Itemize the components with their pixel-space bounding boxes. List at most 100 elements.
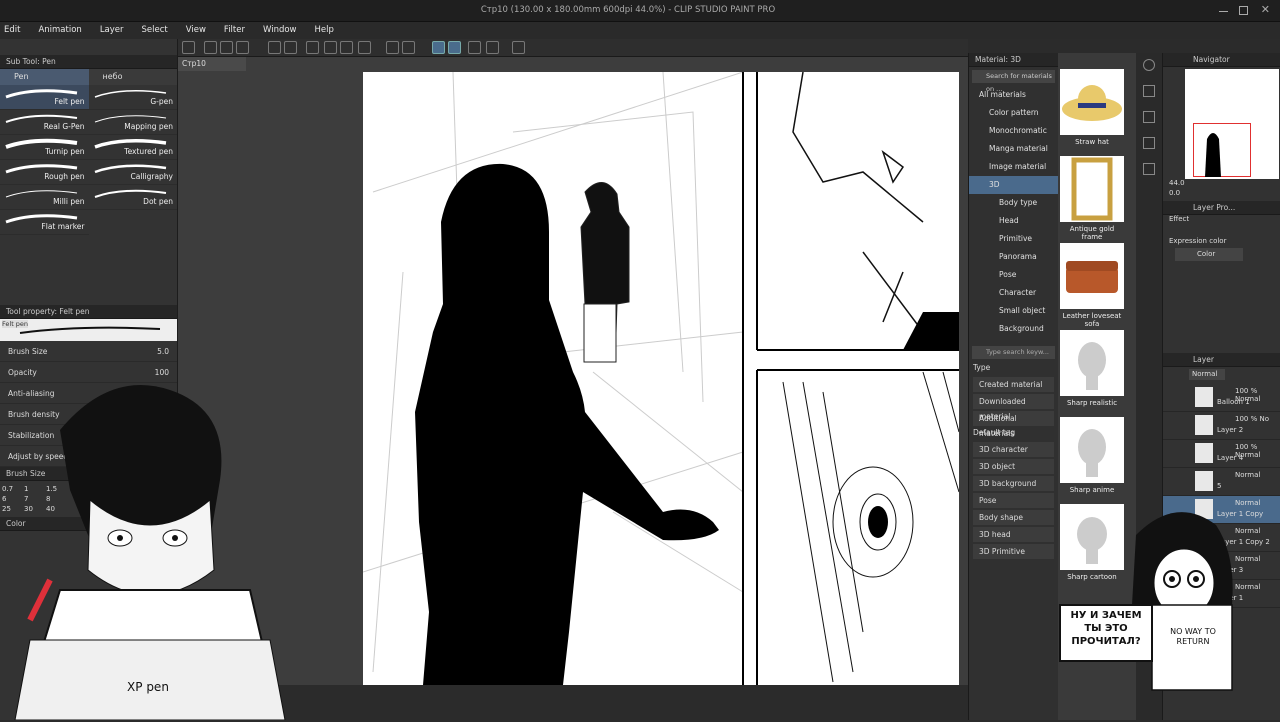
menu-select[interactable]: Select bbox=[133, 22, 177, 39]
search-icon[interactable] bbox=[1143, 59, 1155, 71]
layer-row[interactable]: Normal 5 bbox=[1163, 468, 1280, 496]
brush-list: Felt pen G-pen Real G-Pen Mapping pen Tu… bbox=[0, 85, 177, 235]
brush-felt-pen[interactable]: Felt pen bbox=[0, 85, 89, 110]
minimize-button[interactable] bbox=[1219, 11, 1228, 12]
material-straw-hat[interactable]: Straw hat bbox=[1060, 69, 1124, 156]
tab-pen[interactable]: Pen bbox=[0, 69, 89, 85]
close-icon[interactable] bbox=[1143, 137, 1155, 149]
menu-layer[interactable]: Layer bbox=[91, 22, 133, 39]
brush-mapping-pen[interactable]: Mapping pen bbox=[88, 110, 177, 135]
tree-image-material[interactable]: Image material bbox=[969, 158, 1058, 176]
tree-head[interactable]: Head bbox=[969, 212, 1058, 230]
tool-property-header: Tool property: Felt pen bbox=[0, 305, 177, 319]
menu-bar: Edit Animation Layer Select View Filter … bbox=[0, 22, 1280, 39]
brush-g-pen[interactable]: G-pen bbox=[88, 85, 177, 110]
brush-milli-pen[interactable]: Milli pen bbox=[0, 185, 89, 210]
tree-primitive[interactable]: Primitive bbox=[969, 230, 1058, 248]
history-icon[interactable] bbox=[1143, 163, 1155, 175]
ruler-icon[interactable] bbox=[486, 41, 499, 54]
navigator-header: Navigator bbox=[1163, 53, 1280, 67]
menu-animation[interactable]: Animation bbox=[29, 22, 90, 39]
tag-3d-primitive[interactable]: 3D Primitive bbox=[973, 544, 1054, 559]
tree-body-type[interactable]: Body type bbox=[969, 194, 1058, 212]
material-search-input[interactable]: Search for materials on ... bbox=[972, 70, 1055, 93]
tag-3d-character[interactable]: 3D character bbox=[973, 442, 1054, 457]
menu-help[interactable]: Help bbox=[306, 22, 343, 39]
menu-view[interactable]: View bbox=[177, 22, 215, 39]
material-sofa[interactable]: Leather loveseat sofa bbox=[1060, 243, 1124, 330]
material-sharp-anime[interactable]: Sharp anime bbox=[1060, 417, 1124, 504]
blend-mode-select[interactable]: Normal bbox=[1189, 369, 1225, 380]
material-gold-frame[interactable]: Antique gold frame bbox=[1060, 156, 1124, 243]
snap-special-icon[interactable] bbox=[448, 41, 461, 54]
material-sharp-realistic[interactable]: Sharp realistic bbox=[1060, 330, 1124, 417]
tree-monochromatic[interactable]: Monochromatic bbox=[969, 122, 1058, 140]
snap-grid-icon[interactable] bbox=[468, 41, 481, 54]
brush-textured-pen[interactable]: Textured pen bbox=[88, 135, 177, 160]
brush-rough-pen[interactable]: Rough pen bbox=[0, 160, 89, 185]
tab-nebo[interactable]: небо bbox=[88, 69, 177, 85]
brush-size-value[interactable]: 5.0 bbox=[157, 347, 169, 356]
close-button[interactable]: ✕ bbox=[1261, 3, 1270, 16]
tag-pose[interactable]: Pose bbox=[973, 493, 1054, 508]
tag-3d-object[interactable]: 3D object bbox=[973, 459, 1054, 474]
keyword-search-input[interactable]: Type search keyw... bbox=[972, 346, 1055, 359]
speech-bubble: НУ И ЗАЧЕМ ТЫ ЭТО ПРОЧИТАЛ? bbox=[1070, 610, 1142, 647]
tag-3d-background[interactable]: 3D background bbox=[973, 476, 1054, 491]
tree-3d[interactable]: 3D bbox=[969, 176, 1058, 194]
layer-row[interactable]: 100 % No Layer 2 bbox=[1163, 412, 1280, 440]
clear-icon[interactable] bbox=[306, 41, 319, 54]
girl-character-overlay: НУ И ЗАЧЕМ ТЫ ЭТО ПРОЧИТАЛ? NO WAY TO RE… bbox=[1056, 495, 1280, 720]
document-tab[interactable]: Стр10 bbox=[178, 57, 246, 71]
tag-3d-head[interactable]: 3D head bbox=[973, 527, 1054, 542]
tree-all-materials[interactable]: All materials bbox=[969, 86, 1058, 104]
expression-color-select[interactable]: Color bbox=[1175, 248, 1243, 261]
tree-manga-material[interactable]: Manga material bbox=[969, 140, 1058, 158]
undo-icon[interactable] bbox=[268, 41, 281, 54]
snap-ruler-icon[interactable] bbox=[432, 41, 445, 54]
tree-small-object[interactable]: Small object bbox=[969, 302, 1058, 320]
new-canvas-icon[interactable] bbox=[182, 41, 195, 54]
brush-calligraphy[interactable]: Calligraphy bbox=[88, 160, 177, 185]
type-downloaded[interactable]: Downloaded material bbox=[973, 394, 1054, 421]
navigator-preview[interactable] bbox=[1185, 69, 1279, 179]
layer-row[interactable]: 100 % Normal Balloon 1 bbox=[1163, 384, 1280, 412]
brush-real-g-pen[interactable]: Real G-Pen bbox=[0, 110, 89, 135]
deselect-icon[interactable] bbox=[386, 41, 399, 54]
transform-icon[interactable] bbox=[340, 41, 353, 54]
brush-turnip-pen[interactable]: Turnip pen bbox=[0, 135, 89, 160]
tag-body-shape[interactable]: Body shape bbox=[973, 510, 1054, 525]
tree-character[interactable]: Character bbox=[969, 284, 1058, 302]
brush-flat-marker[interactable]: Flat marker bbox=[0, 210, 89, 235]
tree-background[interactable]: Background bbox=[969, 320, 1058, 338]
invert-icon[interactable] bbox=[402, 41, 415, 54]
tree-pose[interactable]: Pose bbox=[969, 266, 1058, 284]
new-file-icon[interactable] bbox=[204, 41, 217, 54]
type-additional[interactable]: Additional materials bbox=[973, 411, 1054, 438]
layer-icon[interactable] bbox=[1143, 111, 1155, 123]
angle-value[interactable]: 0.0 bbox=[1163, 189, 1280, 201]
open-icon[interactable] bbox=[220, 41, 233, 54]
save-icon[interactable] bbox=[236, 41, 249, 54]
crop-icon[interactable] bbox=[358, 41, 371, 54]
maximize-button[interactable] bbox=[1239, 6, 1248, 15]
menu-filter[interactable]: Filter bbox=[215, 22, 254, 39]
material-icon[interactable] bbox=[1143, 85, 1155, 97]
material-panel: Material: 3D Search for materials on ...… bbox=[968, 53, 1058, 720]
zoom-value[interactable]: 44.0 bbox=[1163, 179, 1280, 189]
brush-size-row[interactable]: Brush Size 5.0 bbox=[0, 341, 177, 362]
manga-page[interactable] bbox=[363, 72, 959, 685]
settings-icon[interactable] bbox=[512, 41, 525, 54]
command-bar bbox=[178, 39, 968, 57]
redo-icon[interactable] bbox=[284, 41, 297, 54]
tablet-brand-logo: XP pen bbox=[127, 680, 169, 694]
tree-panorama[interactable]: Panorama bbox=[969, 248, 1058, 266]
layer-row[interactable]: 100 % Normal Layer 4 bbox=[1163, 440, 1280, 468]
tree-color-pattern[interactable]: Color pattern bbox=[969, 104, 1058, 122]
brush-dot-pen[interactable]: Dot pen bbox=[88, 185, 177, 210]
menu-edit[interactable]: Edit bbox=[0, 22, 29, 39]
artwork bbox=[363, 72, 959, 685]
type-created[interactable]: Created material bbox=[973, 377, 1054, 392]
fill-icon[interactable] bbox=[324, 41, 337, 54]
menu-window[interactable]: Window bbox=[254, 22, 306, 39]
